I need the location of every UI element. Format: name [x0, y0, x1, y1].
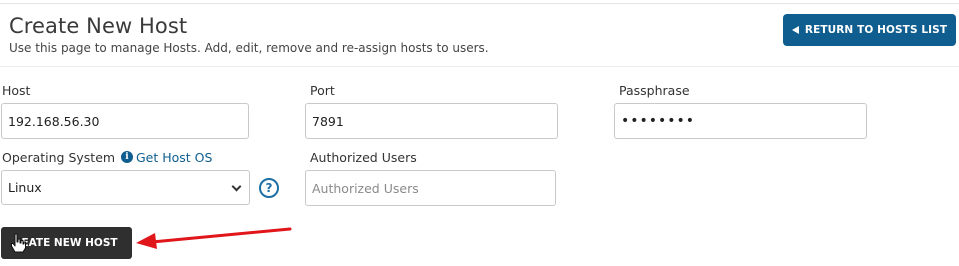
page-subtitle: Use this page to manage Hosts. Add, edit… [9, 41, 489, 55]
red-arrow-icon [136, 227, 292, 249]
host-input[interactable] [1, 103, 249, 139]
operating-system-select[interactable]: Linux [1, 170, 250, 205]
authorized-users-input[interactable] [305, 170, 556, 206]
header-divider [0, 66, 959, 67]
top-divider [0, 3, 959, 4]
create-host-page: Create New Host Use this page to manage … [0, 0, 959, 266]
operating-system-selected: Linux [8, 180, 42, 195]
authorized-users-label: Authorized Users [310, 150, 417, 165]
return-to-hosts-list-button[interactable]: RETURN TO HOSTS LIST [783, 14, 956, 46]
page-title: Create New Host [9, 14, 188, 38]
passphrase-label: Passphrase [619, 83, 690, 98]
info-icon[interactable]: i [121, 151, 133, 163]
passphrase-input[interactable] [614, 103, 867, 139]
chevron-down-icon [231, 181, 242, 192]
host-label: Host [2, 83, 31, 98]
port-label: Port [310, 83, 335, 98]
return-button-label: RETURN TO HOSTS LIST [804, 24, 948, 36]
hand-cursor-icon [11, 233, 26, 253]
left-triangle-icon [791, 26, 799, 34]
get-host-os-link[interactable]: Get Host OS [136, 150, 212, 165]
operating-system-label: Operating System [2, 150, 116, 165]
create-button-label: EATE NEW HOST [21, 237, 118, 249]
help-circle-icon[interactable]: ? [259, 178, 279, 198]
port-input[interactable] [305, 103, 558, 139]
